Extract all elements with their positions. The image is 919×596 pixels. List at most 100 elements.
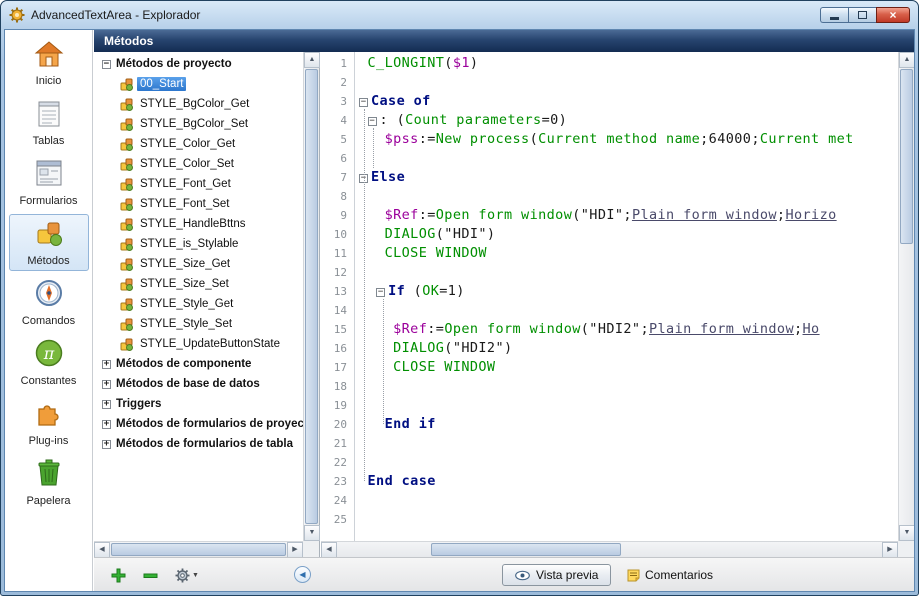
collapse-panel-button[interactable]: ◀ [294,566,311,583]
tree-section[interactable]: +Métodos de componente [94,354,303,374]
fold-toggle-icon[interactable]: − [359,98,368,107]
code-line [359,396,898,415]
tree-vertical-scrollbar[interactable]: ▲ ▼ [303,52,319,541]
add-method-button[interactable] [108,566,128,584]
tree-item[interactable]: STYLE_Color_Get [94,134,303,154]
close-button[interactable]: × [876,7,910,23]
code-token: ("HDI2") [444,340,512,356]
tree-section[interactable]: +Triggers [94,394,303,414]
title-bar[interactable]: AdvancedTextArea - Explorador × [1,1,918,29]
line-number: 11 [321,244,354,263]
tree-section[interactable]: +Métodos de formularios de proyecto [94,414,303,434]
expand-icon[interactable]: + [102,400,111,409]
tree-item[interactable]: STYLE_Font_Get [94,174,303,194]
tree-section-label: Métodos de formularios de tabla [116,438,293,450]
code-token: Current met [760,131,854,147]
collapse-icon[interactable]: − [102,60,111,69]
scroll-down-button[interactable]: ▼ [899,525,915,541]
tree-item[interactable]: STYLE_is_Stylable [94,234,303,254]
home-icon [34,40,64,73]
fold-toggle-icon[interactable]: − [368,117,377,126]
body: −Métodos de proyecto00_StartSTYLE_BgColo… [94,52,914,557]
tree-item[interactable]: STYLE_HandleBttns [94,214,303,234]
method-icon [120,218,133,231]
tree-section[interactable]: −Métodos de proyecto [94,54,303,74]
sidebar-item-tablas[interactable]: Tablas [9,94,89,151]
scroll-down-button[interactable]: ▼ [304,525,320,541]
delete-method-button[interactable] [140,566,160,584]
actions-menu-button[interactable]: ▼ [172,566,202,584]
expand-icon[interactable]: + [102,360,111,369]
tree-item[interactable]: STYLE_Size_Set [94,274,303,294]
expand-icon[interactable]: + [102,440,111,449]
editor-horizontal-scrollbar[interactable]: ◀ ▶ [321,541,898,557]
tree-section[interactable]: + Métodos de formularios de tabla [94,434,303,454]
code-line [359,73,898,92]
method-icon [120,158,133,171]
line-number: 9 [321,206,354,225]
app-gear-icon[interactable] [9,7,25,23]
line-number: 24 [321,491,354,510]
scrollbar-thumb[interactable] [431,543,621,556]
tree-item[interactable]: STYLE_Font_Set [94,194,303,214]
sidebar-item-comandos[interactable]: Comandos [9,274,89,331]
preview-button[interactable]: Vista previa [502,564,611,586]
scroll-up-button[interactable]: ▲ [899,52,915,68]
scrollbar-thumb[interactable] [111,543,286,556]
expand-icon[interactable]: + [102,420,111,429]
tree-item[interactable]: STYLE_BgColor_Set [94,114,303,134]
code-token: Open form window [444,321,580,337]
maximize-button[interactable] [848,7,876,23]
code-token: C_LONGINT [368,55,445,71]
code-editor[interactable]: 1234567891011121314151617181920212223242… [321,52,914,557]
scroll-right-button[interactable]: ▶ [287,542,303,558]
code-token: ( [444,55,453,71]
fold-toggle-icon[interactable]: − [376,288,385,297]
section-header: Métodos [94,30,914,52]
code-line: −Case of [359,92,898,111]
sidebar-item-inicio[interactable]: Inicio [9,36,89,91]
tree-item[interactable]: STYLE_UpdateButtonState [94,334,303,354]
tree-item[interactable]: STYLE_Style_Get [94,294,303,314]
sidebar-item-constantes[interactable]: π Constantes [9,334,89,391]
tree-horizontal-scrollbar[interactable]: ◀ ▶ [94,541,303,557]
code-line: −: (Count parameters=0) [359,111,898,130]
sidebar-item-metodos[interactable]: Métodos [9,214,89,271]
line-number: 21 [321,434,354,453]
sidebar-item-papelera[interactable]: Papelera [9,454,89,511]
methods-icon [34,218,64,253]
method-icon [120,298,133,311]
scrollbar-thumb[interactable] [305,69,318,524]
code-line: $Ref:=Open form window("HDI2";Plain form… [359,320,898,339]
code-token: $Ref [393,321,427,337]
tree-item[interactable]: STYLE_Size_Get [94,254,303,274]
scroll-left-button[interactable]: ◀ [321,542,337,558]
tree-item-label: STYLE_Style_Set [137,317,235,331]
method-icon [120,198,133,211]
expand-icon[interactable]: + [102,380,111,389]
scroll-left-button[interactable]: ◀ [94,542,110,558]
sidebar-item-label: Comandos [22,315,75,327]
comments-button[interactable]: Comentarios [627,566,713,584]
minimize-button[interactable] [820,7,848,23]
sidebar-item-formularios[interactable]: Formularios [9,154,89,211]
code-token: ) [470,55,479,71]
sidebar-item-plugins[interactable]: Plug-ins [9,394,89,451]
line-number: 6 [321,149,354,168]
method-icon [120,138,133,151]
tree-section[interactable]: +Métodos de base de datos [94,374,303,394]
tree-item[interactable]: STYLE_BgColor_Get [94,94,303,114]
tree-item[interactable]: 00_Start [94,74,303,94]
code-token: := [427,321,444,337]
scroll-up-button[interactable]: ▲ [304,52,320,68]
code-token: Case of [371,93,431,109]
scrollbar-thumb[interactable] [900,69,913,244]
tree-item-label: STYLE_HandleBttns [137,217,248,231]
tree-item[interactable]: STYLE_Style_Set [94,314,303,334]
scroll-right-button[interactable]: ▶ [882,542,898,558]
method-icon [120,78,133,91]
editor-vertical-scrollbar[interactable]: ▲ ▼ [898,52,914,541]
tree-item[interactable]: STYLE_Color_Set [94,154,303,174]
maximize-icon [858,11,867,19]
code-token: DIALOG [393,340,444,356]
